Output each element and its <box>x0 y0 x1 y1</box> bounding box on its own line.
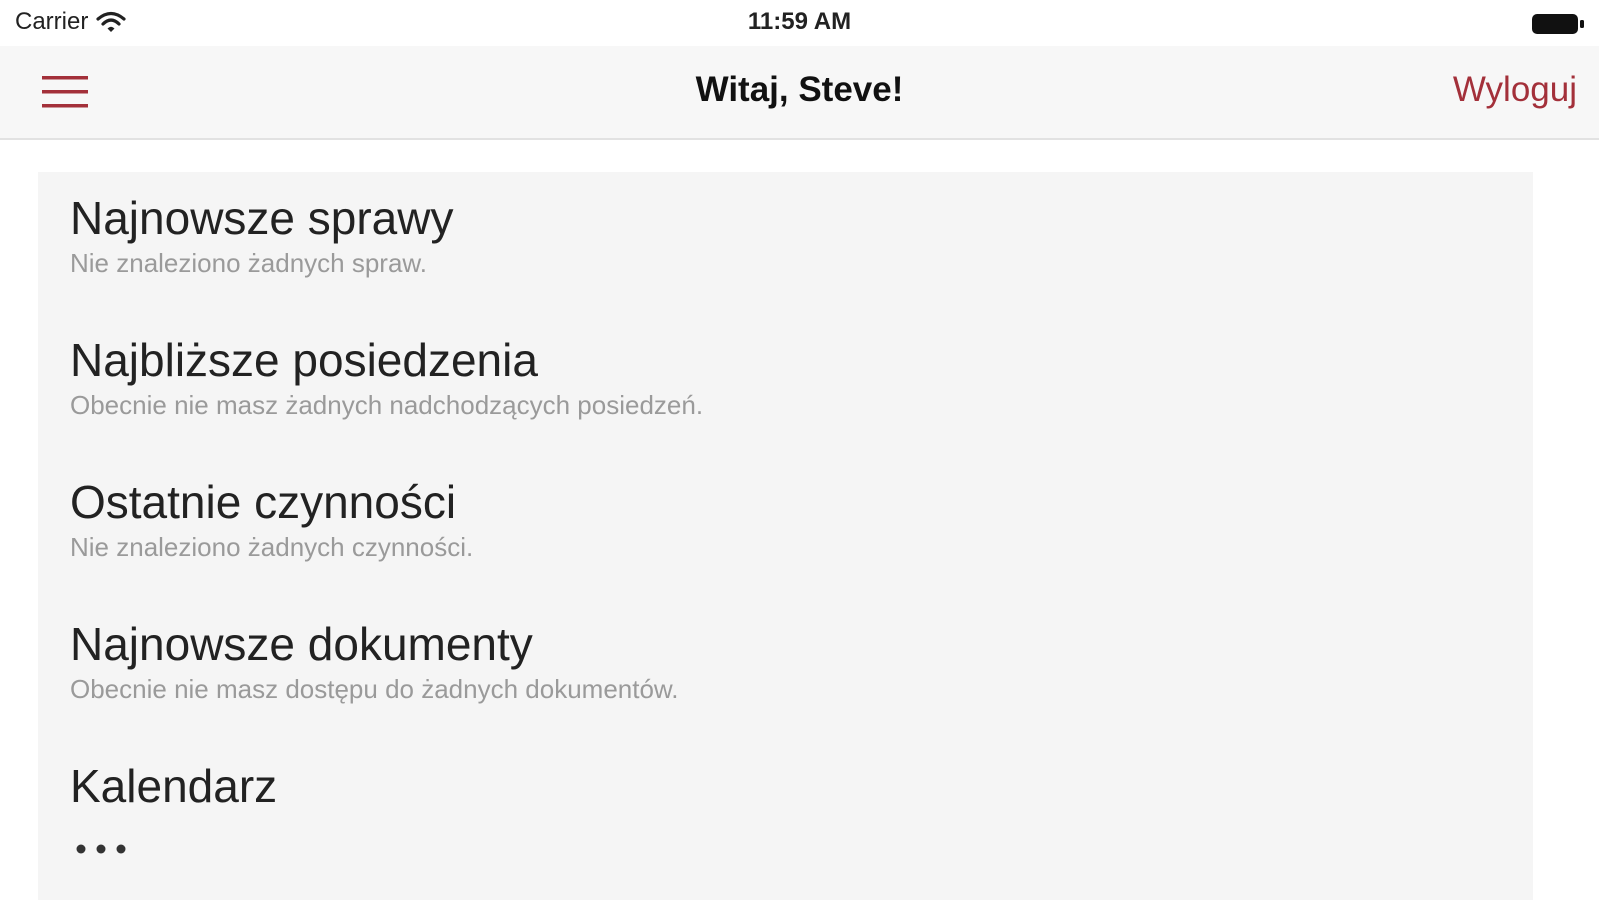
section-upcoming-hearings[interactable]: Najbliższe posiedzenia Obecnie nie masz … <box>70 334 703 422</box>
dashboard-panel: Najnowsze sprawy Nie znaleziono żadnych … <box>38 172 1533 900</box>
section-title: Kalendarz <box>70 760 278 812</box>
loading-dots-icon <box>76 844 126 854</box>
battery-icon <box>1532 14 1584 34</box>
section-recent-activities[interactable]: Ostatnie czynności Nie znaleziono żadnyc… <box>70 476 473 564</box>
logout-button[interactable]: Wyloguj <box>1453 70 1577 110</box>
navigation-bar: Witaj, Steve! Wyloguj <box>0 46 1599 140</box>
section-recent-documents[interactable]: Najnowsze dokumenty Obecnie nie masz dos… <box>70 618 679 706</box>
section-subtitle: Obecnie nie masz dostępu do żadnych doku… <box>70 674 679 704</box>
section-title: Najnowsze dokumenty <box>70 618 533 670</box>
section-title: Najbliższe posiedzenia <box>70 334 538 386</box>
status-bar: Carrier 11:59 AM <box>0 0 1599 46</box>
section-subtitle: Obecnie nie masz żadnych nadchodzących p… <box>70 390 704 420</box>
section-calendar[interactable]: Kalendarz <box>70 760 277 812</box>
section-subtitle: Nie znaleziono żadnych spraw. <box>70 248 427 278</box>
section-recent-cases[interactable]: Najnowsze sprawy Nie znaleziono żadnych … <box>70 192 453 280</box>
status-time: 11:59 AM <box>747 8 852 35</box>
section-subtitle: Nie znaleziono żadnych czynności. <box>70 532 474 562</box>
section-title: Najnowsze sprawy <box>70 192 454 244</box>
section-title: Ostatnie czynności <box>70 476 457 528</box>
page-title: Witaj, Steve! <box>695 70 904 109</box>
